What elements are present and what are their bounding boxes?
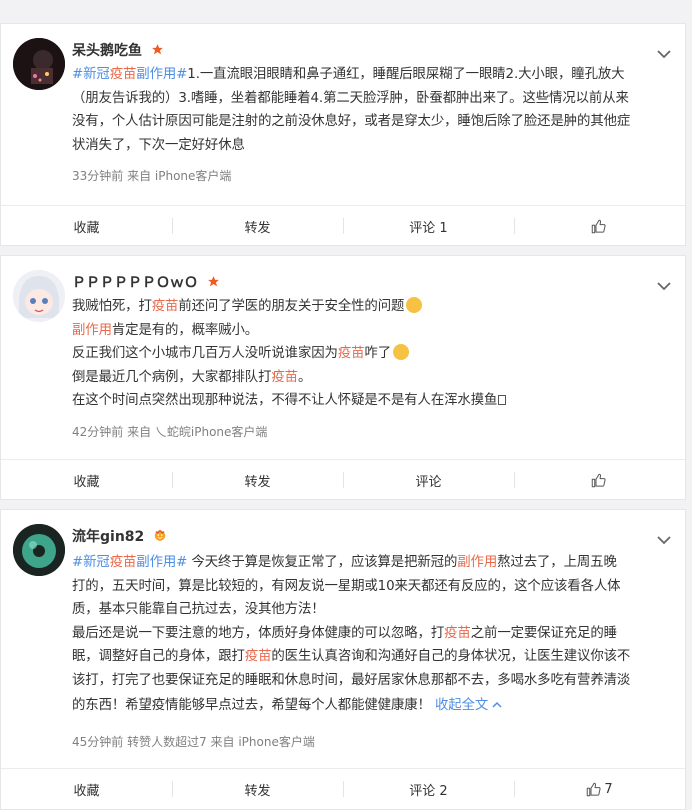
chevron-up-icon[interactable] [492, 693, 502, 717]
post-line: 该打，打完了也要保证充足的睡眠和休息时间，最好居家休息那都不去，多喝水多吃有营养… [72, 672, 631, 688]
post-line: 没有，个人估计原因可能是注射的之前没休息好，或者是穿太少，睡饱后除了脸还是肿的其… [72, 114, 631, 130]
post-line: 在这个时间点突然出现那种说法，不得不让人怀疑是不是有人在浑水摸鱼 [72, 389, 672, 413]
post-line: 副作用肯定是有的，概率贼小。 [72, 322, 259, 338]
collect-button[interactable]: 收藏 [1, 206, 172, 246]
like-button[interactable] [514, 460, 685, 500]
avatar[interactable] [13, 38, 65, 90]
post-text: #新冠疫苗副作用#1.一直流眼泪眼睛和鼻子通红，睡醒后眼屎糊了一眼睛2.大小眼，… [72, 63, 672, 157]
username[interactable]: ＰＰＰＰＰＰＯｗＯ [72, 275, 198, 291]
avatar-image [13, 270, 65, 322]
like-button[interactable] [514, 206, 685, 246]
post-line: 的东西！希望疫情能够早点过去，希望每个人都能健健康康！ 收起全文 [72, 693, 672, 718]
post-line: 打的，五天时间，算是比较短的，有网友说一星期或10来天都还有反应的，这个应该看各… [72, 578, 621, 594]
post-text: 我贼怕死，打疫苗前还问了学医的朋友关于安全性的问题 副作用肯定是有的，概率贼小。… [72, 295, 672, 413]
post-meta: 42分钟前 来自 乀蛇皖iPhone客户端 [72, 425, 268, 439]
laughing-emoji-icon [406, 297, 423, 313]
sweat-emoji-icon [393, 344, 409, 361]
repost-button[interactable]: 转发 [172, 206, 343, 246]
avatar[interactable] [13, 270, 65, 322]
like-button[interactable]: 7 [514, 769, 685, 809]
thumbs-up-icon [591, 473, 606, 487]
post-line: #新冠疫苗副作用# 今天终于算是恢复正常了，应该算是把新冠的副作用熬过去了，上周… [72, 555, 617, 570]
post-line: 眠，调整好自己的身体，跟打疫苗的医生认真咨询和沟通好自己的身体状况，让医生建议你… [72, 649, 631, 665]
crown-badge-icon [153, 527, 167, 546]
chevron-down-icon[interactable] [657, 44, 671, 59]
username[interactable]: 流年gin82 [72, 529, 144, 545]
star-badge-icon [207, 273, 220, 292]
collect-button[interactable]: 收藏 [1, 769, 172, 809]
chevron-down-icon[interactable] [657, 276, 671, 291]
action-bar: 收藏 转发 评论 [1, 459, 685, 499]
post-line: #新冠疫苗副作用#1.一直流眼泪眼睛和鼻子通红，睡醒后眼屎糊了一眼睛2.大小眼，… [72, 67, 625, 82]
avatar-image [13, 524, 65, 576]
post-line: 倒是最近几个病例，大家都排队打疫苗。 [72, 369, 312, 385]
comment-button[interactable]: 评论 2 [343, 769, 514, 809]
avatar-image [13, 38, 65, 90]
comment-button[interactable]: 评论 1 [343, 206, 514, 246]
thumbs-up-icon [591, 219, 606, 233]
post-line: 我贼怕死，打疫苗前还问了学医的朋友关于安全性的问题 [72, 295, 672, 319]
chevron-down-icon[interactable] [657, 530, 671, 545]
missing-glyph-icon [498, 395, 507, 406]
post-text: #新冠疫苗副作用# 今天终于算是恢复正常了，应该算是把新冠的副作用熬过去了，上周… [72, 551, 672, 717]
post-line: 反正我们这个小城市几百万人没听说谁家因为疫苗咋了 [72, 342, 672, 366]
post-line: 状消失了，下次一定好好休息 [72, 137, 245, 153]
username[interactable]: 呆头鹅吃鱼 [72, 43, 142, 59]
like-count: 7 [604, 781, 613, 797]
post-line: 质，基本只能靠自己抗过去，没其他方法！ [72, 602, 325, 618]
repost-button[interactable]: 转发 [172, 769, 343, 809]
action-bar: 收藏 转发 评论 1 [1, 205, 685, 245]
hashtag[interactable]: #新冠疫苗副作用# [72, 67, 187, 82]
hashtag[interactable]: #新冠疫苗副作用# [72, 555, 187, 570]
post-card: ＰＰＰＰＰＰＯｗＯ 我贼怕死，打疫苗前还问了学医的朋友关于安全性的问题 副作用肯… [0, 255, 686, 500]
avatar[interactable] [13, 524, 65, 576]
collapse-text-link[interactable]: 收起全文 [435, 698, 488, 713]
post-meta: 33分钟前 来自 iPhone客户端 [72, 169, 232, 183]
post-line: （朋友告诉我的）3.嗜睡，坐着都能睡着4.第二天脸浮肿，卧蚕都肿出来了。这些情况… [72, 90, 629, 106]
post-card: 流年gin82 #新冠疫苗副作用# 今天终于算是恢复正常了，应该算是把新冠的副作… [0, 509, 686, 810]
action-bar: 收藏 转发 评论 2 7 [1, 768, 685, 808]
star-badge-icon [151, 41, 164, 60]
collect-button[interactable]: 收藏 [1, 460, 172, 500]
post-meta: 45分钟前 转赞人数超过7 来自 iPhone客户端 [72, 735, 315, 749]
post-card: 呆头鹅吃鱼 #新冠疫苗副作用#1.一直流眼泪眼睛和鼻子通红，睡醒后眼屎糊了一眼睛… [0, 23, 686, 246]
thumbs-up-icon [587, 782, 601, 796]
repost-button[interactable]: 转发 [172, 460, 343, 500]
comment-button[interactable]: 评论 [343, 460, 514, 500]
post-line: 最后还是说一下要注意的地方，体质好身体健康的可以忽略，打疫苗之前一定要保证充足的… [72, 625, 617, 641]
